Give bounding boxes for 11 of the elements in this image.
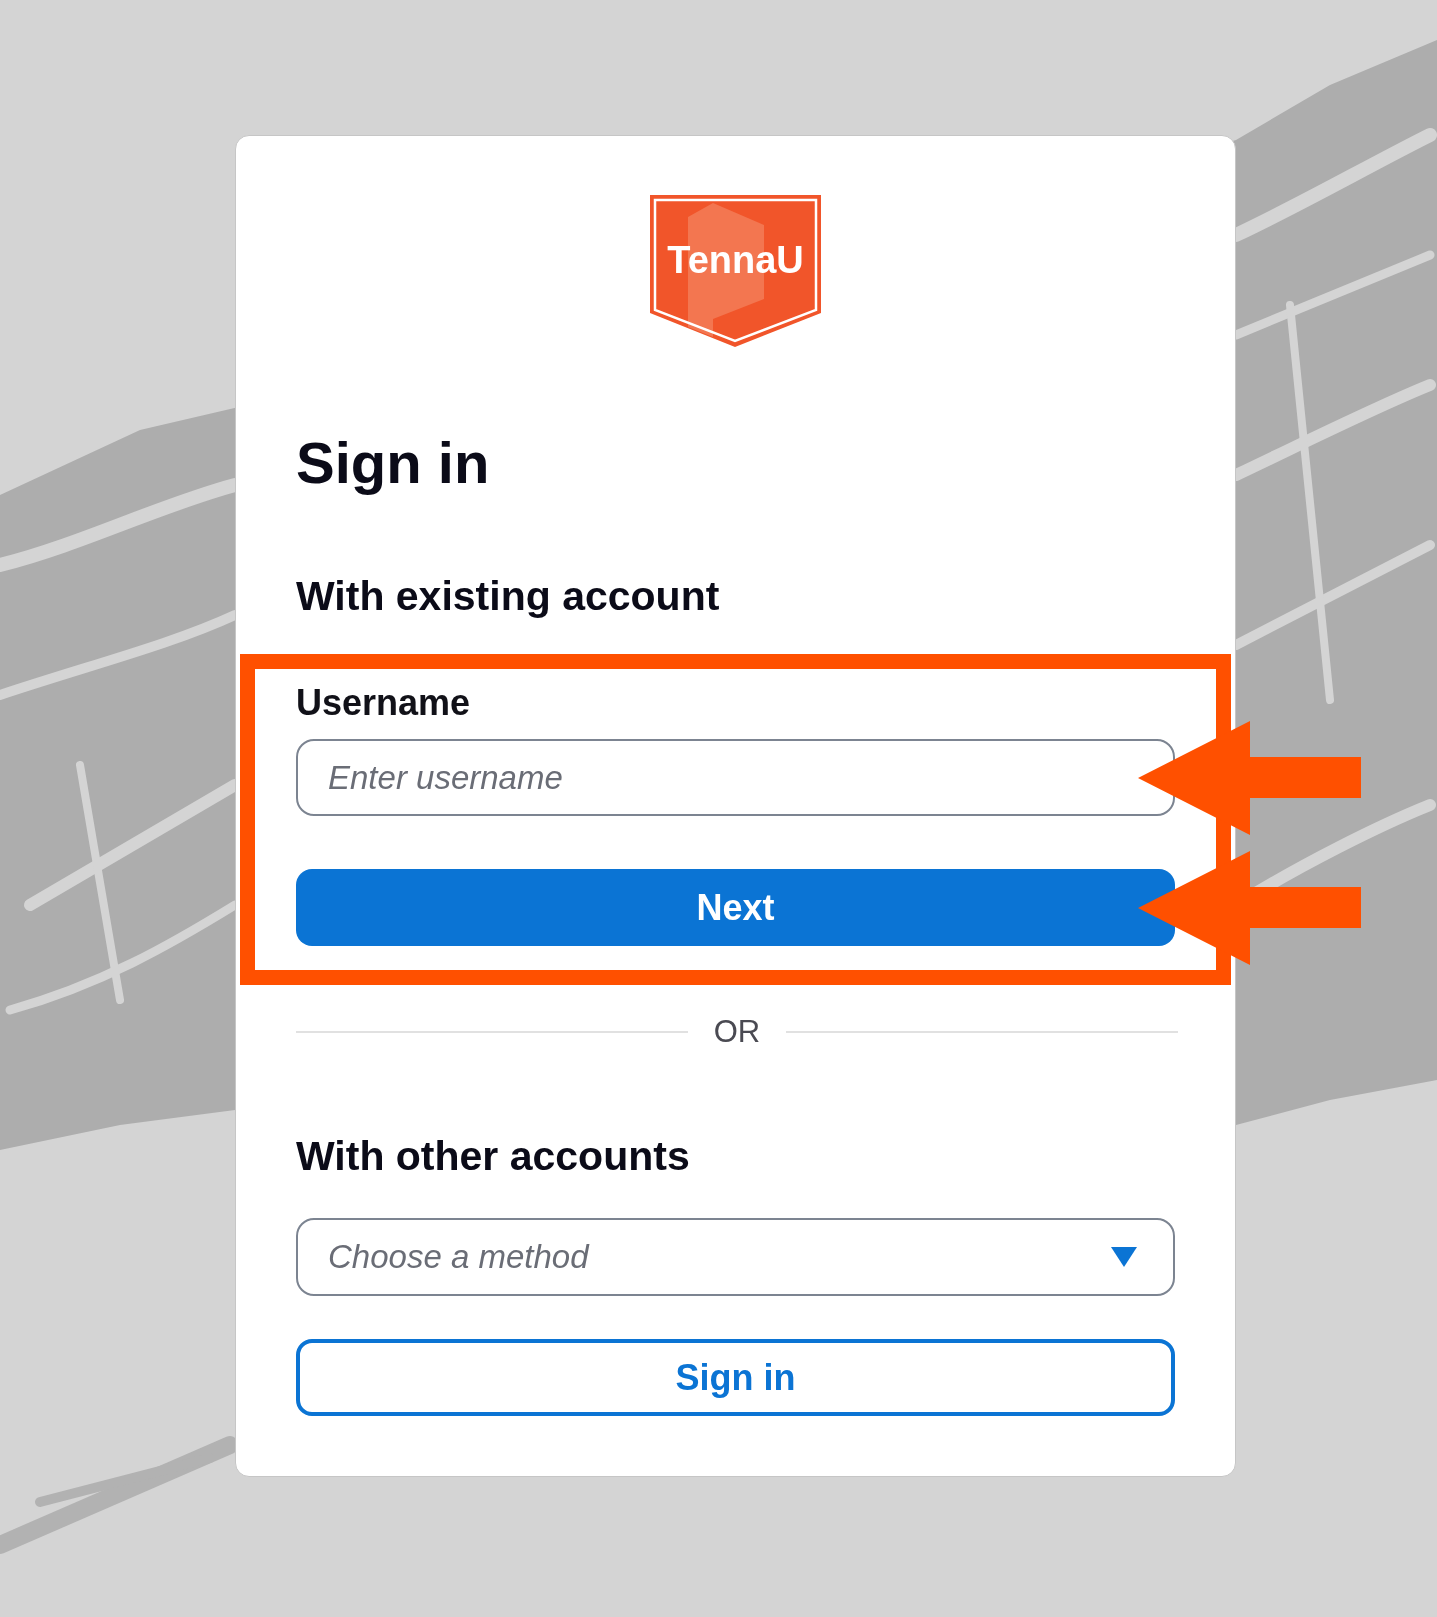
caret-icon xyxy=(1111,1247,1137,1267)
brand-logo: TennaU xyxy=(650,195,821,347)
or-divider-text: OR xyxy=(713,1014,761,1050)
method-dropdown[interactable]: Choose a method xyxy=(296,1218,1175,1296)
sign-in-button[interactable]: Sign in xyxy=(296,1339,1175,1416)
username-label: Username xyxy=(296,682,471,724)
next-button[interactable]: Next xyxy=(296,869,1175,946)
section-heading: With other accounts xyxy=(296,1132,690,1180)
section-heading: With existing account xyxy=(296,572,720,620)
username-field[interactable]: Enter username xyxy=(296,739,1175,816)
page-title: Sign in xyxy=(296,431,490,495)
